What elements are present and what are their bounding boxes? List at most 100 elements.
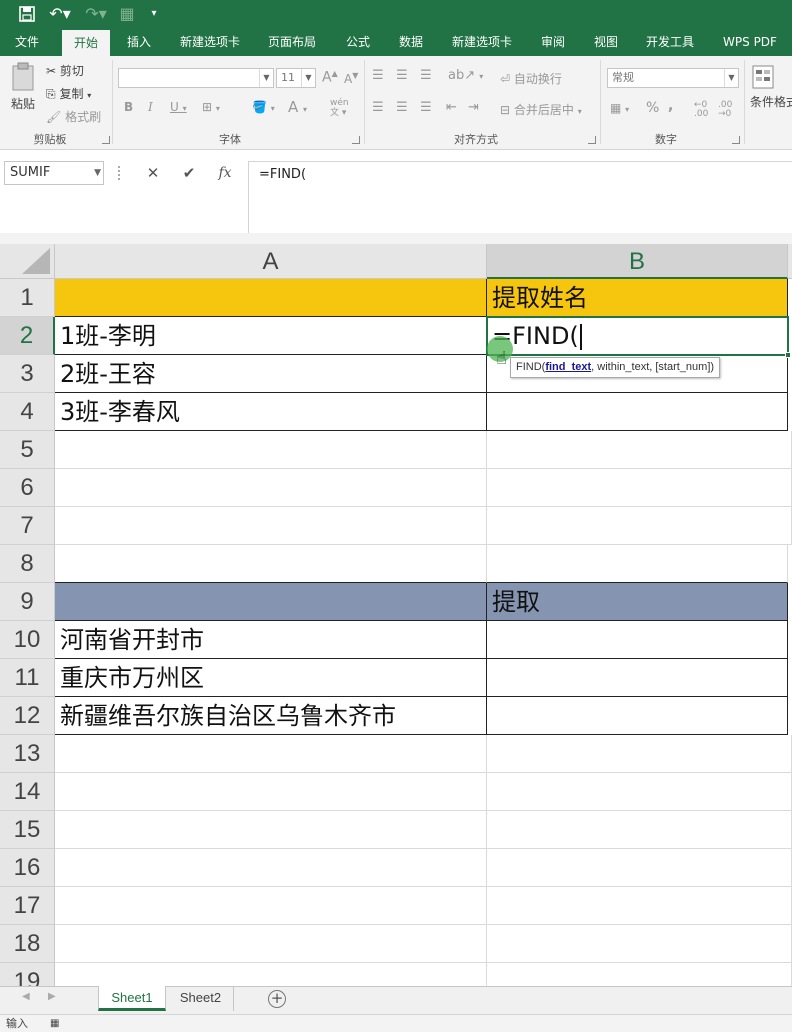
font-size-combo[interactable]: 11 ▼ [276,68,316,88]
fill-handle[interactable] [785,352,791,358]
tab-new-tab-2[interactable]: 新建选项卡 [444,28,520,56]
cell-b14[interactable] [487,773,792,811]
row-header-14[interactable]: 14 [0,773,55,811]
row-header-15[interactable]: 15 [0,811,55,849]
row-header-1[interactable]: 1 [0,279,55,317]
cell-b8[interactable] [487,545,788,583]
tab-file[interactable]: 文件 [4,28,50,56]
sheet-tab-sheet1[interactable]: Sheet1 [98,986,166,1011]
align-right-button[interactable]: ☰ [420,100,432,115]
undo-icon[interactable]: ↶▾ [46,0,74,28]
enter-formula-button[interactable]: ✔ [174,161,204,185]
borders-button[interactable]: ⊞ ▾ [202,100,220,114]
cell-b5[interactable] [487,431,792,469]
cell-b2[interactable]: =FIND( [487,317,788,355]
tab-wps-pdf[interactable]: WPS PDF [716,28,784,56]
cell-b17[interactable] [487,887,792,925]
cell-b6[interactable] [487,469,792,507]
cell-a11[interactable]: 重庆市万州区 [55,659,487,697]
scroll-right-icon[interactable]: ▶ [48,991,56,1002]
save-icon[interactable] [16,0,38,28]
decrease-decimal-button[interactable]: .00 →0 [718,101,732,119]
cell-b15[interactable] [487,811,792,849]
row-header-3[interactable]: 3 [0,355,55,393]
paste-button[interactable]: 粘贴 [8,62,38,122]
cell-b18[interactable] [487,925,792,963]
grow-font-button[interactable]: A▲ [322,69,338,86]
macro-record-icon[interactable]: ▦ [50,1015,59,1032]
tab-view[interactable]: 视图 [584,28,628,56]
row-header-19[interactable]: 19 [0,963,55,986]
comma-button[interactable]: , [668,98,673,114]
name-box[interactable]: SUMIF ▼ [4,161,104,185]
cell-a1[interactable] [55,279,487,317]
conditional-format-button[interactable]: 条件格式 [750,64,792,110]
row-header-10[interactable]: 10 [0,621,55,659]
cell-b19[interactable] [487,963,792,986]
orientation-button[interactable]: ab↗ ▾ [448,68,483,83]
column-header-c[interactable] [788,244,792,279]
tab-formulas[interactable]: 公式 [336,28,380,56]
fill-color-button[interactable]: 🪣 ▾ [252,100,275,114]
increase-decimal-button[interactable]: ←0.00 [694,101,708,119]
cell-b16[interactable] [487,849,792,887]
sheet-tab-sheet2[interactable]: Sheet2 [168,986,234,1011]
cell-a2[interactable]: 1班-李明 [55,317,487,355]
align-bottom-button[interactable]: ☰ [420,68,432,83]
insert-function-button[interactable]: fx [210,161,240,185]
tab-insert[interactable]: 插入 [118,28,160,56]
row-header-7[interactable]: 7 [0,507,55,545]
decrease-indent-button[interactable]: ⇤ [446,100,457,115]
row-header-8[interactable]: 8 [0,545,55,583]
cell-a14[interactable] [55,773,487,811]
row-header-5[interactable]: 5 [0,431,55,469]
tab-data[interactable]: 数据 [390,28,432,56]
redo-icon[interactable]: ↷▾ [82,0,110,28]
increase-indent-button[interactable]: ⇥ [468,100,479,115]
row-header-2[interactable]: 2 [0,317,55,355]
alignment-launcher-icon[interactable] [588,136,596,144]
cell-a9[interactable] [55,583,487,621]
phonetic-button[interactable]: wén 文 ▾ [330,98,349,118]
row-header-13[interactable]: 13 [0,735,55,773]
splitter-handle[interactable] [118,166,122,180]
cell-a3[interactable]: 2班-王容 [55,355,487,393]
italic-button[interactable]: I [148,100,153,114]
row-header-16[interactable]: 16 [0,849,55,887]
cell-b10[interactable] [487,621,788,659]
cell-a13[interactable] [55,735,487,773]
tooltip-find-text-arg[interactable]: find_text [545,361,591,373]
shrink-font-button[interactable]: A▼ [344,71,358,86]
percent-button[interactable]: % [646,100,659,116]
scroll-left-icon[interactable]: ◀ [22,991,30,1002]
cell-a8[interactable] [55,545,487,583]
cell-a10[interactable]: 河南省开封市 [55,621,487,659]
row-header-17[interactable]: 17 [0,887,55,925]
font-color-button[interactable]: A ▾ [288,98,307,116]
format-painter-button[interactable]: 🖌 格式刷 [46,108,101,125]
tab-home[interactable]: 开始 [62,30,110,56]
cell-a4[interactable]: 3班-李春风 [55,393,487,431]
tab-review[interactable]: 审阅 [532,28,574,56]
print-preview-icon[interactable]: ▦ [116,0,138,28]
merge-center-button[interactable]: ⊟ 合并后居中 ▾ [500,101,582,118]
row-header-6[interactable]: 6 [0,469,55,507]
select-all-button[interactable] [0,244,55,279]
font-name-combo[interactable]: ▼ [118,68,274,88]
cell-b9[interactable]: 提取 [487,583,788,621]
align-top-button[interactable]: ☰ [372,68,384,83]
cell-b7[interactable] [487,507,792,545]
bold-button[interactable]: B [124,100,133,114]
cell-a6[interactable] [55,469,487,507]
underline-button[interactable]: U ▾ [170,100,187,114]
number-format-combo[interactable]: 常规 ▼ [607,68,739,88]
column-header-a[interactable]: A [55,244,487,279]
row-header-4[interactable]: 4 [0,393,55,431]
number-launcher-icon[interactable] [732,136,740,144]
clipboard-launcher-icon[interactable] [102,136,110,144]
column-header-b[interactable]: B [487,244,788,279]
tab-developer[interactable]: 开发工具 [638,28,702,56]
cancel-formula-button[interactable]: ✕ [138,161,168,185]
tab-page-layout[interactable]: 页面布局 [260,28,324,56]
cell-a15[interactable] [55,811,487,849]
